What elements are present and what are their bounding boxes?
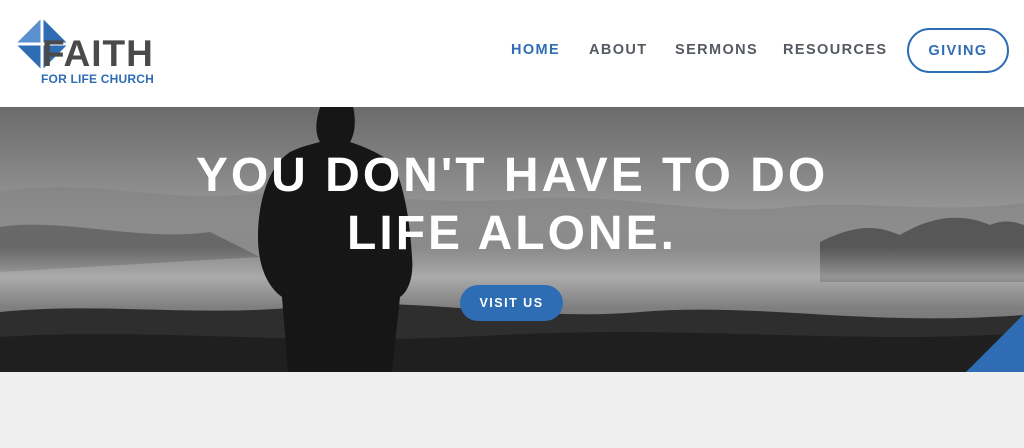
- giving-button[interactable]: GIVING: [907, 28, 1009, 73]
- hero-title-line-2: LIFE ALONE.: [347, 207, 677, 260]
- nav-item-home[interactable]: HOME: [511, 41, 560, 59]
- logo-wordmark: FAITH: [42, 33, 154, 74]
- hero-title: YOU DON'T HAVE TO DO LIFE ALONE.: [0, 147, 1024, 263]
- corner-accent-triangle: [966, 314, 1024, 372]
- site-header: FAITH FOR LIFE CHURCH HOME ABOUT SERMONS…: [0, 0, 1024, 107]
- nav-item-about[interactable]: ABOUT: [589, 41, 648, 59]
- nav-item-resources[interactable]: RESOURCES: [783, 41, 887, 59]
- content-section: [0, 372, 1024, 448]
- hero-banner: YOU DON'T HAVE TO DO LIFE ALONE. VISIT U…: [0, 107, 1024, 372]
- site-logo[interactable]: FAITH FOR LIFE CHURCH: [14, 16, 154, 88]
- visit-us-button[interactable]: VISIT US: [460, 285, 563, 321]
- nav-item-sermons[interactable]: SERMONS: [675, 41, 758, 59]
- logo-subtitle: FOR LIFE CHURCH: [41, 72, 154, 86]
- hero-title-line-1: YOU DON'T HAVE TO DO: [195, 149, 829, 202]
